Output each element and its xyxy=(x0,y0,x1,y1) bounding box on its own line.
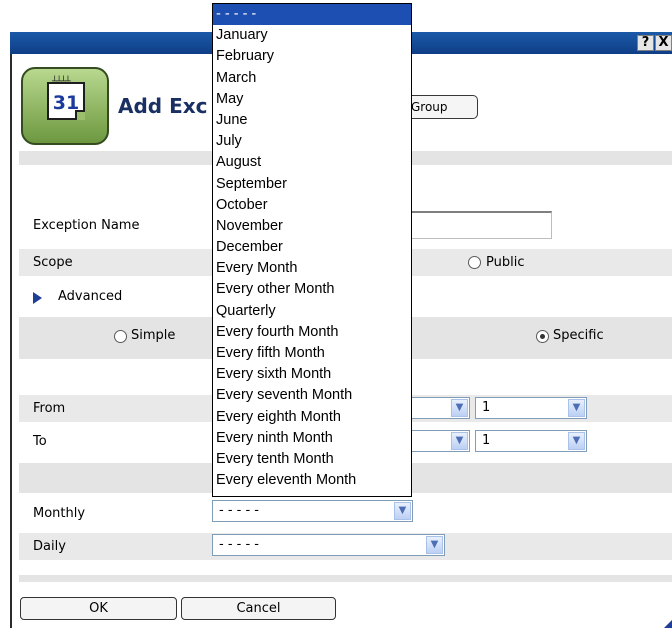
daily-label: Daily xyxy=(33,539,66,554)
simple-radio[interactable] xyxy=(114,330,127,343)
calendar-icon: ┴┴┴┴ 31 xyxy=(21,67,109,145)
daily-select[interactable]: - - - - - ▼ xyxy=(212,534,445,556)
from-day-select[interactable]: 1 ▼ xyxy=(475,397,587,419)
dropdown-option[interactable]: October xyxy=(213,195,411,216)
to-label: To xyxy=(33,434,47,449)
dropdown-option[interactable]: November xyxy=(213,216,411,237)
dropdown-option[interactable]: Every eighth Month xyxy=(213,407,411,428)
dropdown-option[interactable]: Every seventh Month xyxy=(213,385,411,406)
dropdown-option[interactable]: May xyxy=(213,89,411,110)
cancel-button[interactable]: Cancel xyxy=(181,597,336,620)
monthly-label: Monthly xyxy=(33,506,86,521)
chevron-down-icon[interactable]: ▼ xyxy=(426,536,443,554)
dropdown-option[interactable]: December xyxy=(213,237,411,258)
dropdown-option[interactable]: September xyxy=(213,174,411,195)
calendar-page-fold xyxy=(75,110,85,120)
public-label: Public xyxy=(486,255,525,270)
chevron-down-icon[interactable]: ▼ xyxy=(568,399,585,417)
footer-separator xyxy=(19,575,672,582)
dialog-title: Add Exc xyxy=(118,94,208,118)
dropdown-option[interactable]: January xyxy=(213,25,411,46)
dropdown-option[interactable]: March xyxy=(213,68,411,89)
dropdown-option[interactable]: - - - - - xyxy=(213,4,411,26)
monthly-dropdown-list[interactable]: - - - - - January February March May Jun… xyxy=(212,3,412,497)
to-day-value: 1 xyxy=(482,433,491,448)
monthly-select[interactable]: - - - - - ▼ xyxy=(212,500,413,522)
public-radio[interactable] xyxy=(468,256,481,269)
chevron-down-icon[interactable]: ▼ xyxy=(568,432,585,450)
chevron-down-icon[interactable]: ▼ xyxy=(451,399,468,417)
from-label: From xyxy=(33,401,66,416)
chevron-down-icon[interactable]: ▼ xyxy=(394,502,411,520)
to-day-select[interactable]: 1 ▼ xyxy=(475,430,587,452)
dropdown-option[interactable]: Every tenth Month xyxy=(213,449,411,470)
dropdown-option[interactable]: Every Month xyxy=(213,258,411,279)
close-button[interactable]: X xyxy=(655,35,672,51)
dropdown-option[interactable]: Every fifth Month xyxy=(213,343,411,364)
dropdown-option[interactable]: Every fourth Month xyxy=(213,322,411,343)
dropdown-option[interactable]: July xyxy=(213,131,411,152)
from-day-value: 1 xyxy=(482,400,491,415)
chevron-down-icon[interactable]: ▼ xyxy=(451,432,468,450)
specific-label: Specific xyxy=(553,328,604,343)
group-button[interactable]: Group xyxy=(404,95,478,119)
from-month-select[interactable]: ▼ xyxy=(404,397,470,419)
daily-value: - - - - - xyxy=(219,537,259,552)
dropdown-option[interactable]: February xyxy=(213,46,411,67)
monthly-value: - - - - - xyxy=(219,503,259,518)
dropdown-option[interactable]: Quarterly xyxy=(213,301,411,322)
to-month-select[interactable]: ▼ xyxy=(404,430,470,452)
dropdown-option[interactable]: Every other Month xyxy=(213,279,411,300)
expand-arrow-icon[interactable] xyxy=(33,292,42,304)
exception-name-input[interactable] xyxy=(404,211,552,239)
dropdown-option[interactable]: June xyxy=(213,110,411,131)
ok-button[interactable]: OK xyxy=(20,597,177,620)
calendar-page: ┴┴┴┴ 31 xyxy=(47,77,85,120)
dropdown-option[interactable]: Every ninth Month xyxy=(213,428,411,449)
dropdown-option[interactable]: Every eleventh Month xyxy=(213,470,411,491)
advanced-toggle[interactable]: Advanced xyxy=(58,289,122,305)
simple-label: Simple xyxy=(131,328,176,343)
resize-grip[interactable] xyxy=(664,620,672,628)
dropdown-option[interactable]: Every sixth Month xyxy=(213,364,411,385)
help-button[interactable]: ? xyxy=(637,35,654,51)
specific-radio[interactable] xyxy=(536,330,549,343)
calendar-rings: ┴┴┴┴ xyxy=(52,77,71,87)
scope-label: Scope xyxy=(33,255,73,270)
exception-name-label: Exception Name xyxy=(33,218,140,233)
dropdown-option[interactable]: August xyxy=(213,152,411,173)
